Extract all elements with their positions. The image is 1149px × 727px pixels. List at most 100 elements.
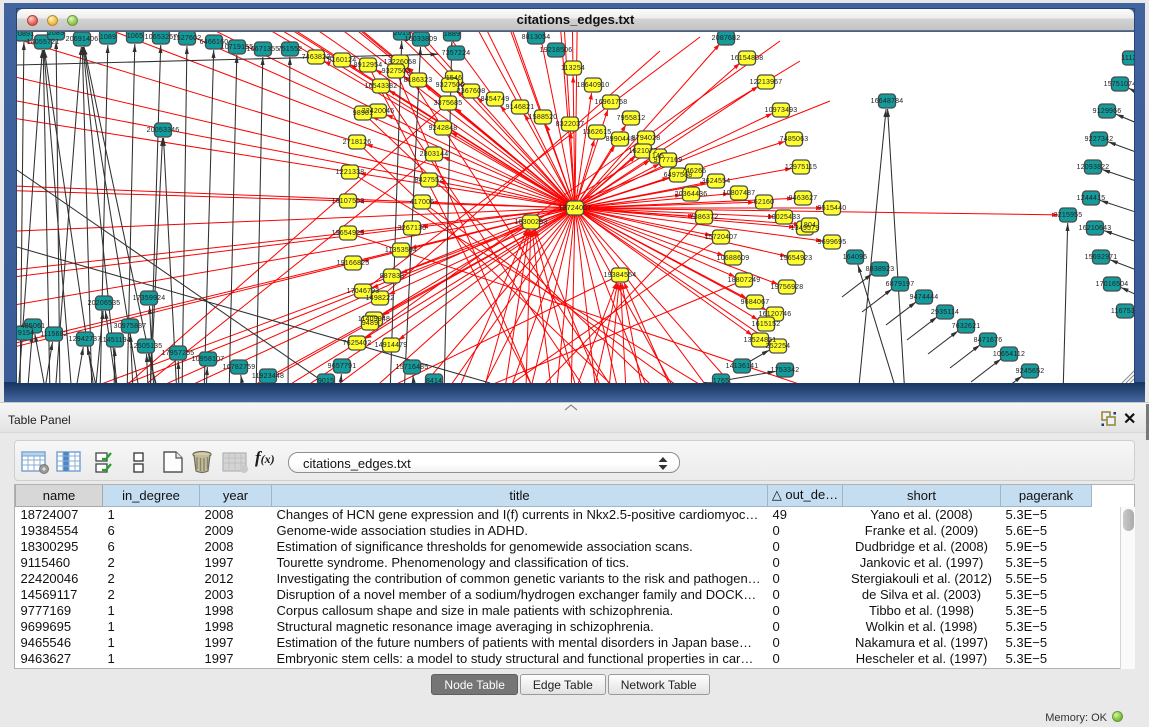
svg-text:16543382: 16543382 <box>365 83 398 90</box>
svg-text:804: 804 <box>804 222 816 229</box>
svg-text:113254: 113254 <box>561 65 585 72</box>
svg-text:7386372: 7386372 <box>690 214 719 221</box>
svg-text:1615152: 1615152 <box>752 321 781 328</box>
svg-text:16782759: 16782759 <box>223 364 256 371</box>
svg-text:2935114: 2935114 <box>931 309 959 316</box>
svg-text:417006: 417006 <box>410 199 435 206</box>
svg-text:10654112: 10654112 <box>993 351 1025 358</box>
svg-text:3215955: 3215955 <box>1054 212 1083 219</box>
svg-text:2367608: 2367608 <box>457 88 486 95</box>
svg-text:98901: 98901 <box>353 110 373 117</box>
svg-text:16120746: 16120746 <box>759 311 792 318</box>
svg-text:10973493: 10973493 <box>765 107 798 114</box>
svg-text:20053346: 20053346 <box>147 127 180 134</box>
svg-text:1546: 1546 <box>446 75 462 82</box>
svg-text:19654923: 19654923 <box>780 255 813 262</box>
svg-text:9227342: 9227342 <box>1085 136 1114 143</box>
svg-text:2718126: 2718126 <box>343 139 372 146</box>
svg-text:8471676: 8471676 <box>974 337 1003 344</box>
svg-text:1089: 1089 <box>100 34 116 41</box>
svg-text:9794028: 9794028 <box>632 135 661 142</box>
svg-text:62160: 62160 <box>754 199 774 206</box>
svg-text:15720407: 15720407 <box>705 234 738 241</box>
svg-text:9489: 9489 <box>362 320 378 327</box>
svg-text:30975887: 30975887 <box>114 323 147 330</box>
svg-text:1115682: 1115682 <box>40 331 68 338</box>
svg-text:20891: 20891 <box>17 32 34 38</box>
svg-text:164095: 164095 <box>843 254 868 261</box>
svg-text:2089: 2089 <box>48 32 64 37</box>
svg-text:12213967: 12213967 <box>750 79 783 86</box>
svg-text:1221338: 1221338 <box>336 169 365 176</box>
svg-text:9684067: 9684067 <box>741 299 770 306</box>
svg-text:1244415: 1244415 <box>1077 195 1106 202</box>
svg-text:9129966: 9129966 <box>1093 108 1122 115</box>
svg-text:12505135: 12505135 <box>130 343 163 350</box>
svg-text:11353594: 11353594 <box>385 247 417 254</box>
svg-text:7625402: 7625402 <box>343 340 372 347</box>
svg-text:9699695: 9699695 <box>818 239 847 246</box>
svg-text:11923448: 11923448 <box>252 373 284 380</box>
svg-text:1889: 1889 <box>444 32 460 38</box>
svg-text:1753342: 1753342 <box>771 367 800 374</box>
svg-text:14136141: 14136141 <box>726 363 759 370</box>
svg-text:20691406: 20691406 <box>66 36 99 43</box>
svg-text:16210643: 16210643 <box>1079 225 1112 232</box>
svg-text:15692971: 15692971 <box>1085 254 1118 261</box>
svg-text:9015: 9015 <box>318 378 334 383</box>
svg-text:16033809: 16033809 <box>405 36 438 43</box>
svg-text:9245652: 9245652 <box>1016 368 1045 375</box>
svg-text:9777169: 9777169 <box>654 157 683 164</box>
svg-text:20364436: 20364436 <box>675 191 708 198</box>
svg-text:1167533: 1167533 <box>1111 308 1134 315</box>
svg-text:17359924: 17359924 <box>133 295 166 302</box>
svg-text:1362615: 1362615 <box>583 129 612 136</box>
svg-text:1588520: 1588520 <box>529 114 558 121</box>
svg-text:9463627: 9463627 <box>789 195 818 202</box>
svg-text:16107553: 16107553 <box>332 198 365 205</box>
svg-text:16648784: 16648784 <box>871 98 904 105</box>
svg-text:16961758: 16961758 <box>595 99 628 106</box>
svg-text:11123: 11123 <box>1121 55 1134 62</box>
svg-text:8160124: 8160124 <box>328 57 357 64</box>
svg-text:1065: 1065 <box>127 33 143 40</box>
svg-text:485061: 485061 <box>21 323 46 330</box>
svg-text:3267130: 3267130 <box>398 225 427 232</box>
svg-text:8912954: 8912954 <box>354 62 383 69</box>
svg-text:19166825: 19166825 <box>337 260 370 267</box>
svg-text:17016504: 17016504 <box>1096 281 1129 288</box>
svg-text:8813054: 8813054 <box>522 34 551 41</box>
svg-text:9242848: 9242848 <box>429 125 458 132</box>
svg-text:9146821: 9146821 <box>506 104 535 111</box>
svg-text:17046793: 17046793 <box>347 288 380 295</box>
svg-text:3624554: 3624554 <box>702 178 731 185</box>
svg-text:7632621: 7632621 <box>952 323 981 330</box>
svg-text:19384554: 19384554 <box>604 272 637 279</box>
svg-text:12975115: 12975115 <box>785 164 817 171</box>
svg-text:18640910: 18640910 <box>577 82 610 89</box>
svg-text:15751074: 15751074 <box>1104 81 1134 88</box>
svg-text:19654925: 19654925 <box>332 230 365 237</box>
svg-text:10807487: 10807487 <box>723 190 756 197</box>
svg-text:9327503: 9327503 <box>382 68 411 75</box>
svg-text:13226058: 13226058 <box>384 59 417 66</box>
svg-text:19218506: 19218506 <box>540 47 573 54</box>
svg-text:2803144: 2803144 <box>420 151 449 158</box>
svg-text:6879197: 6879197 <box>886 281 915 288</box>
svg-text:10958107: 10958107 <box>192 356 225 363</box>
svg-text:10025433: 10025433 <box>768 214 801 221</box>
svg-text:3375685: 3375685 <box>434 100 463 107</box>
svg-text:14055721: 14055721 <box>27 39 60 46</box>
svg-text:7485063: 7485063 <box>780 136 809 143</box>
svg-text:39154: 39154 <box>17 330 34 337</box>
svg-text:8414: 8414 <box>426 378 442 383</box>
svg-text:751552: 751552 <box>278 46 303 53</box>
svg-text:9657791: 9657791 <box>328 363 357 370</box>
svg-text:8186323: 8186323 <box>404 77 433 84</box>
svg-text:887833: 887833 <box>380 273 405 280</box>
svg-text:2087682: 2087682 <box>712 35 741 42</box>
svg-text:19756928: 19756928 <box>771 284 804 291</box>
svg-text:9474444: 9474444 <box>910 294 939 301</box>
svg-text:8427552: 8427552 <box>415 177 444 184</box>
svg-text:15716485: 15716485 <box>396 364 429 371</box>
